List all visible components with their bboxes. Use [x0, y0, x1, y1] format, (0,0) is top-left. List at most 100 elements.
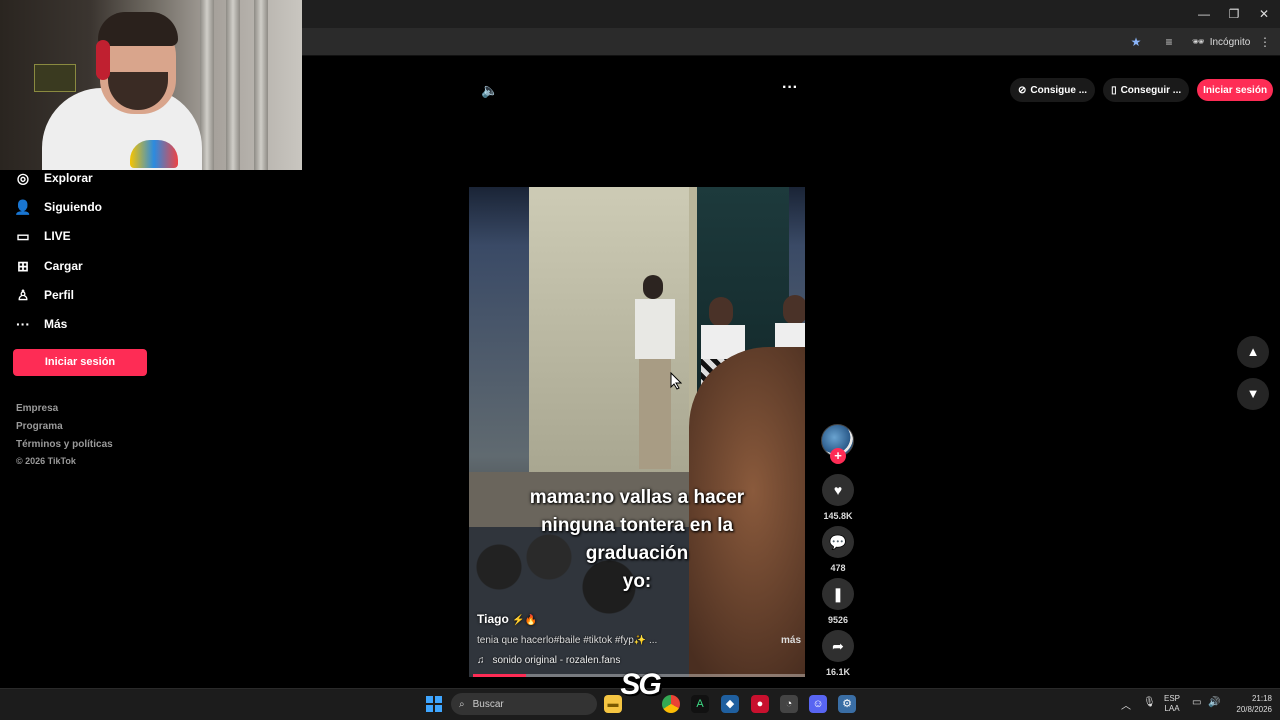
phone-icon: ▯	[1111, 84, 1117, 96]
app-red-icon[interactable]: ●	[751, 695, 769, 713]
more-options-icon[interactable]: ···	[781, 80, 799, 98]
tray-expand-icon[interactable]: ︿	[1121, 697, 1131, 712]
coin-icon: ⊘	[1018, 84, 1027, 96]
volume-icon[interactable]: 🔈	[481, 82, 498, 98]
get-app-label: Conseguir ...	[1120, 84, 1182, 96]
minimize-icon[interactable]: —	[1196, 6, 1212, 22]
share-button[interactable]: ➦	[822, 630, 854, 662]
clock-time: 21:18	[1251, 694, 1272, 703]
comment-icon: 💬	[829, 534, 847, 550]
discord-icon[interactable]: ☺	[809, 695, 827, 713]
sidebar-item-mas[interactable]: ··· Más	[14, 312, 67, 336]
mouse-cursor-icon	[670, 372, 682, 390]
reading-list-icon[interactable]: ≡	[1161, 34, 1177, 50]
bookmark-star-icon[interactable]: ★	[1128, 34, 1144, 50]
user-follow-icon: 👤	[14, 199, 32, 215]
caption-line: ninguna tontera en la	[540, 515, 734, 536]
more-dots-icon: ···	[16, 316, 30, 332]
streamer-hair	[98, 12, 178, 46]
speaker-icon[interactable]: 🔊	[1208, 697, 1220, 708]
app-wolf-icon[interactable]: ◆	[721, 695, 739, 713]
taskbar-search[interactable]: ⌕ Buscar	[451, 693, 597, 715]
follow-plus-icon[interactable]: +	[830, 448, 846, 464]
shirt-print	[130, 140, 178, 168]
app-circle-icon[interactable]: ◔	[780, 695, 798, 713]
chevron-up-icon: ▲	[1246, 344, 1260, 359]
sidebar-item-siguiendo[interactable]: 👤 Siguiendo	[14, 195, 102, 219]
wall-poster	[34, 64, 76, 92]
footer-link-programa[interactable]: Programa	[16, 421, 63, 432]
more-description-link[interactable]: más	[781, 635, 801, 646]
browser-menu-icon[interactable]: ⋮	[1257, 34, 1273, 50]
share-arrow-icon: ➦	[832, 638, 844, 654]
music-info[interactable]: ♫ sonido original - rozalen.fans	[477, 655, 620, 666]
close-icon[interactable]: ✕	[1256, 6, 1272, 22]
get-coins-button[interactable]: ⊘ Consigue ...	[1010, 78, 1096, 102]
sidebar-item-label: LIVE	[44, 229, 71, 243]
sidebar-item-label: Explorar	[44, 171, 93, 185]
fire-emoji-icon: ⚡🔥	[512, 615, 538, 626]
header-login-button[interactable]: Iniciar sesión	[1197, 79, 1274, 101]
caption-line: graduación	[585, 543, 689, 564]
caption-line: mama:no vallas a hacer	[529, 487, 745, 508]
live-tv-icon: ▭	[16, 228, 30, 244]
language-code: ESP	[1164, 694, 1181, 703]
author-name: Tiago	[477, 612, 509, 626]
sidebar-item-cargar[interactable]: ⊞ Cargar	[14, 254, 83, 278]
incognito-icon: 🕶	[1192, 36, 1205, 48]
footer-link-empresa[interactable]: Empresa	[16, 403, 58, 414]
copyright: © 2026 TikTok	[16, 456, 76, 466]
video-progress-fill	[473, 674, 527, 677]
get-coins-label: Consigue ...	[1030, 84, 1088, 96]
stream-overlay-logo: SG	[620, 668, 661, 701]
sidebar-login-button[interactable]: Iniciar sesión	[13, 349, 147, 376]
language-indicator[interactable]: ESP LAA	[1164, 694, 1180, 714]
headphones	[96, 40, 110, 80]
curtain	[254, 0, 268, 170]
video-author[interactable]: Tiago ⚡🔥	[477, 612, 537, 626]
video-description: tenia que hacerlo#baile #tiktok #fyp✨ ..…	[477, 635, 658, 646]
save-count: 9526	[827, 615, 849, 625]
music-note-icon: ♫	[477, 655, 485, 666]
upload-plus-icon: ⊞	[17, 258, 29, 274]
get-app-button[interactable]: ▯ Conseguir ...	[1103, 78, 1190, 102]
sidebar-item-label: Perfil	[44, 288, 75, 302]
curtain	[226, 0, 240, 170]
curtain	[200, 0, 214, 170]
like-count: 145.8K	[823, 511, 853, 521]
heart-icon: ♥	[833, 482, 843, 498]
comment-button[interactable]: 💬	[822, 526, 854, 558]
next-video-button[interactable]: ▼	[1237, 378, 1269, 410]
microphone-icon[interactable]: 🎙	[1143, 697, 1156, 708]
sidebar-item-explorar[interactable]: ◎ Explorar	[14, 166, 93, 190]
windows-start-icon[interactable]	[426, 696, 442, 712]
app-a-icon[interactable]: A	[691, 695, 709, 713]
previous-video-button[interactable]: ▲	[1237, 336, 1269, 368]
profile-icon: ♙	[16, 287, 30, 303]
music-label: sonido original - rozalen.fans	[492, 655, 621, 666]
keyboard-layout: LAA	[1164, 704, 1180, 713]
video-caption: mama:no vallas a hacer ninguna tontera e…	[469, 484, 805, 596]
save-button[interactable]: ❚	[822, 578, 854, 610]
webcam-overlay	[0, 0, 302, 170]
incognito-label: Incógnito	[1209, 36, 1251, 48]
compass-icon: ◎	[16, 170, 30, 186]
footer-link-terminos[interactable]: Términos y políticas	[16, 439, 113, 450]
network-icon[interactable]: ▭	[1192, 697, 1201, 708]
share-count: 16.1K	[825, 667, 851, 677]
chevron-down-icon: ▼	[1246, 386, 1260, 401]
system-clock[interactable]: 21:18 20/8/2026	[1228, 693, 1272, 715]
like-button[interactable]: ♥	[822, 474, 854, 506]
search-icon: ⌕	[459, 698, 465, 710]
sidebar-item-perfil[interactable]: ♙ Perfil	[14, 283, 74, 307]
settings-gear-icon[interactable]: ⚙	[838, 695, 856, 713]
incognito-indicator[interactable]: 🕶 Incógnito	[1192, 34, 1250, 50]
video-player[interactable]: mama:no vallas a hacer ninguna tontera e…	[469, 187, 805, 677]
bookmark-icon: ❚	[832, 586, 844, 602]
taskbar-search-label: Buscar	[472, 698, 504, 710]
sidebar-item-live[interactable]: ▭ LIVE	[14, 224, 71, 248]
sidebar-item-label: Cargar	[44, 259, 83, 273]
restore-icon[interactable]: ❐	[1226, 6, 1242, 22]
sidebar-item-label: Siguiendo	[44, 200, 102, 214]
student-boy	[635, 275, 675, 475]
